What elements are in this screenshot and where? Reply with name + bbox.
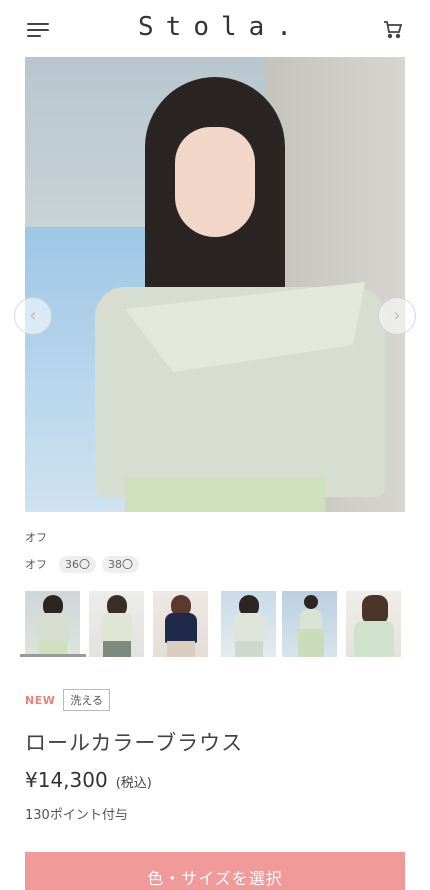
thumbnail-strip [25,591,430,661]
chevron-right-icon: › [393,305,401,326]
cart-icon[interactable] [382,18,404,40]
brand-logo[interactable]: Stola. [0,12,430,42]
thumbnail-5[interactable] [282,591,337,657]
chevron-left-icon: ‹ [29,305,37,326]
tax-note: (税込) [115,776,152,791]
size-chip-38: 38〇 [102,555,139,573]
product-title: ロールカラーブラウス [25,731,244,755]
stock-row: オフ 36〇 38〇 [25,555,145,573]
header: Stola. [0,0,430,58]
product-main-image[interactable] [25,57,405,512]
thumbnail-1[interactable] [25,591,80,657]
price: ¥14,300 (税込) [25,768,152,792]
thumbnail-4[interactable] [221,591,276,657]
thumbnail-2[interactable] [89,591,144,657]
thumbnail-3[interactable] [153,591,208,657]
color-name: オフ [25,558,47,571]
thumbnail-scroll-indicator [20,654,86,657]
points-info: 130ポイント付与 [25,808,128,823]
new-badge: NEW [25,693,56,707]
price-amount: ¥14,300 [25,768,108,792]
selected-color-label: オフ [25,531,47,544]
carousel-prev-button[interactable]: ‹ [14,297,52,335]
washable-badge: 洗える [63,689,111,711]
carousel-next-button[interactable]: › [378,297,416,335]
size-chip-36: 36〇 [59,555,96,573]
select-color-size-button[interactable]: 色・サイズを選択 [25,852,405,890]
product-badges: NEW 洗える [25,689,111,711]
thumbnail-6[interactable] [346,591,401,657]
